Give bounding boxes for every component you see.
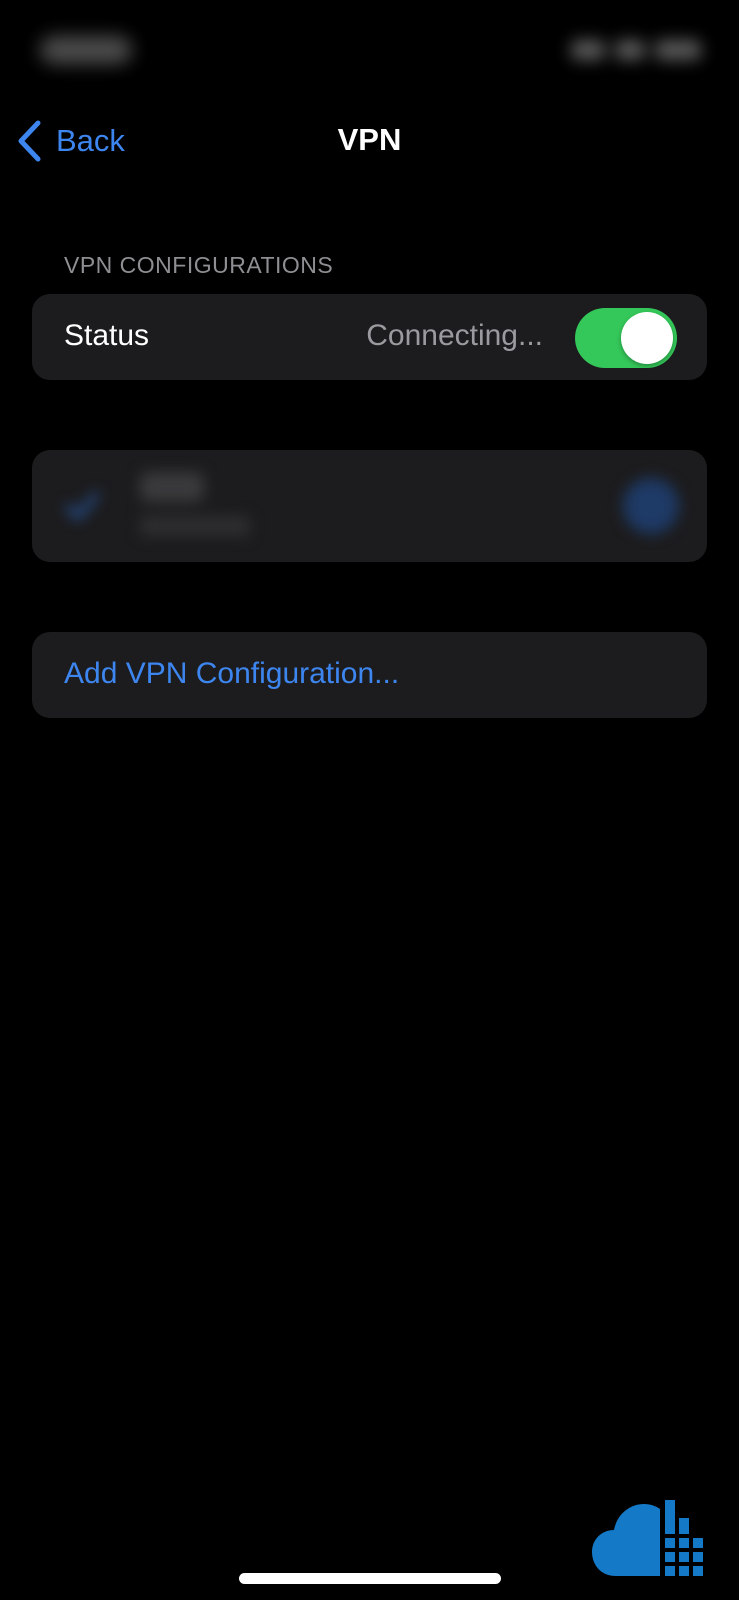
section-header-vpn-configurations: VPN CONFIGURATIONS — [64, 252, 334, 278]
configuration-name-blurred — [140, 472, 204, 502]
status-row: Status Connecting... — [32, 294, 707, 380]
vpn-configuration-row-blurred — [32, 450, 707, 562]
vpn-configuration-row[interactable] — [32, 450, 707, 562]
configuration-subtitle-blurred — [140, 516, 250, 536]
vpn-settings-screen: Back VPN VPN CONFIGURATIONS Status Conne… — [0, 0, 739, 1600]
cloud-logo-icon — [592, 1494, 712, 1578]
status-bar-time-blurred — [40, 36, 132, 64]
page-title: VPN — [337, 122, 402, 157]
info-icon[interactable] — [623, 478, 679, 534]
status-bar-icons-blurred — [571, 36, 701, 64]
status-bar — [0, 0, 739, 100]
add-vpn-configuration-label: Add VPN Configuration... — [64, 657, 400, 690]
add-vpn-configuration-button[interactable]: Add VPN Configuration... — [32, 632, 707, 718]
home-indicator[interactable] — [239, 1573, 501, 1584]
vpn-status-toggle[interactable] — [575, 308, 677, 368]
status-value: Connecting... — [366, 319, 543, 352]
navigation-bar: Back VPN — [0, 100, 739, 184]
toggle-knob — [621, 312, 673, 364]
checkmark-icon — [62, 486, 102, 526]
status-label: Status — [64, 319, 150, 352]
